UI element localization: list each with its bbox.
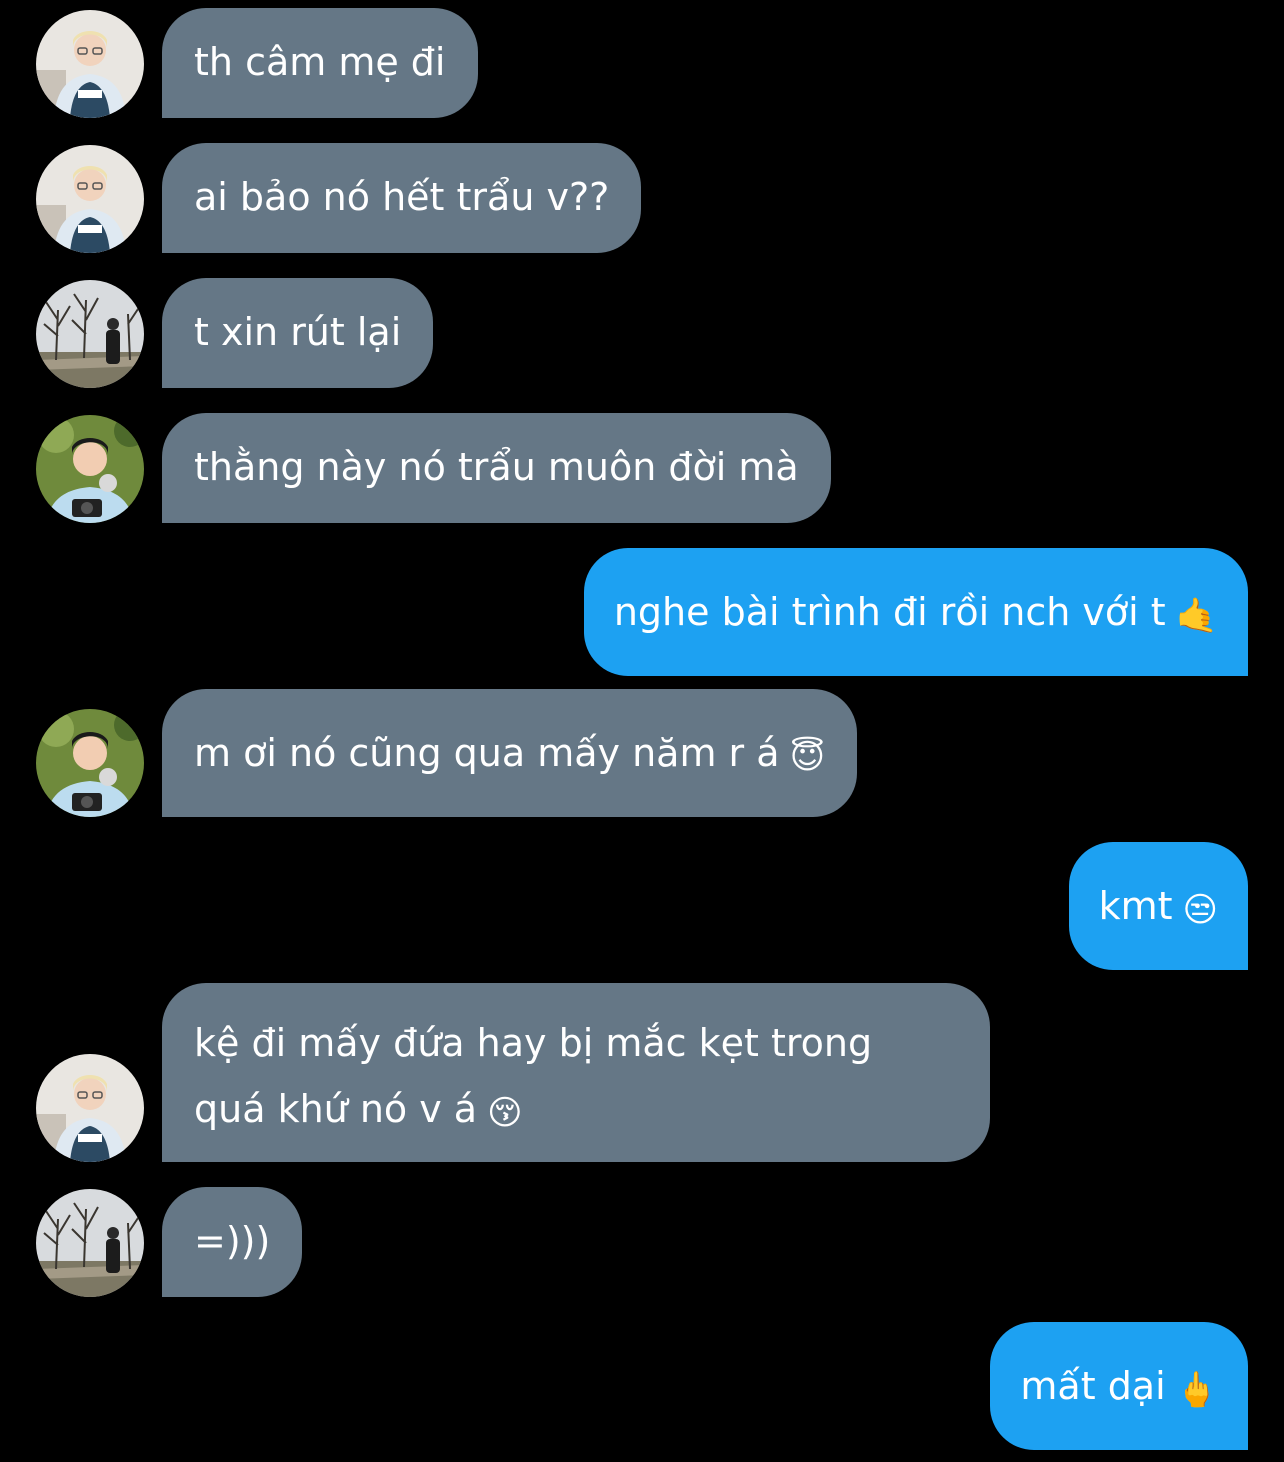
middle-finger-emoji: 🖕 <box>1175 1370 1218 1410</box>
message-text: mất dại <box>1020 1364 1166 1408</box>
message-text: =))) <box>194 1219 271 1263</box>
outgoing-message-bubble[interactable]: mất dại 🖕 <box>990 1322 1248 1450</box>
avatar-image <box>36 10 144 118</box>
incoming-message-bubble[interactable]: kệ đi mấy đứa hay bị mắc kẹt trong quá k… <box>162 983 990 1162</box>
avatar[interactable] <box>36 709 144 817</box>
avatar-image <box>36 709 144 817</box>
smiling-halo-emoji: 😇 <box>789 737 826 777</box>
chat-thread[interactable]: th câm mẹ đi ai bảo nó hết trẩu v?? t xi… <box>0 0 1284 1462</box>
incoming-message-bubble[interactable]: =))) <box>162 1187 303 1297</box>
message-text: kmt <box>1098 884 1173 928</box>
kissing-closed-eyes-emoji: 😚 <box>487 1093 523 1133</box>
message-text-line: kệ đi mấy đứa hay bị mắc kẹt trong <box>194 1021 873 1065</box>
message-text: th câm mẹ đi <box>194 40 446 84</box>
call-me-hand-emoji: 🤙 <box>1175 596 1218 636</box>
avatar-image <box>36 1054 144 1162</box>
avatar-image <box>36 145 144 253</box>
message-text: nghe bài trình đi rồi nch với t <box>613 590 1166 634</box>
message-text: ai bảo nó hết trẩu v?? <box>194 175 610 219</box>
avatar[interactable] <box>36 415 144 523</box>
avatar-image <box>36 280 144 388</box>
avatar[interactable] <box>36 280 144 388</box>
outgoing-message-bubble[interactable]: kmt 😒 <box>1068 842 1248 970</box>
unamused-face-emoji: 😒 <box>1182 890 1218 930</box>
incoming-message-bubble[interactable]: ai bảo nó hết trẩu v?? <box>162 143 642 253</box>
message-text: m ơi nó cũng qua mấy năm r á <box>194 731 780 775</box>
outgoing-message-bubble[interactable]: nghe bài trình đi rồi nch với t 🤙 <box>583 548 1248 676</box>
incoming-message-bubble[interactable]: th câm mẹ đi <box>162 8 478 118</box>
message-text-line: quá khứ nó v á 😚 <box>194 1076 958 1146</box>
avatar-image <box>36 415 144 523</box>
avatar[interactable] <box>36 145 144 253</box>
incoming-message-bubble[interactable]: m ơi nó cũng qua mấy năm r á 😇 <box>162 689 858 817</box>
avatar-image <box>36 1189 144 1297</box>
avatar[interactable] <box>36 1189 144 1297</box>
message-text: thằng này nó trẩu muôn đời mà <box>194 445 799 489</box>
incoming-message-bubble[interactable]: t xin rút lại <box>162 278 434 388</box>
avatar[interactable] <box>36 10 144 118</box>
avatar[interactable] <box>36 1054 144 1162</box>
message-text: quá khứ nó v á <box>194 1087 478 1131</box>
incoming-message-bubble[interactable]: thằng này nó trẩu muôn đời mà <box>162 413 831 523</box>
message-text: t xin rút lại <box>194 310 402 354</box>
